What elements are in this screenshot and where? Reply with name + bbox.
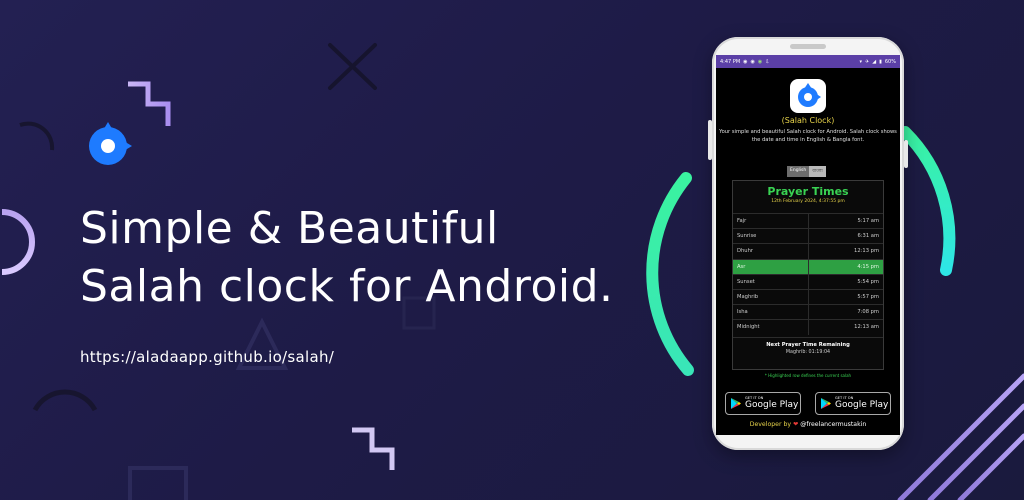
- table-row: Sunset 5:54 pm: [733, 273, 883, 290]
- airplane-icon: ✈: [865, 58, 870, 65]
- prayer-name: Sunrise: [737, 233, 757, 240]
- badge-big-text: Google Play: [745, 399, 799, 410]
- heart-icon: ❤: [793, 421, 799, 428]
- brand-logo-icon: [89, 122, 132, 165]
- prayer-time: 5:57 pm: [857, 294, 879, 301]
- app-name: (Salah Clock): [781, 116, 835, 125]
- chat-icon: ◉: [743, 58, 748, 65]
- lang-english-button[interactable]: English: [787, 166, 810, 177]
- prayer-time: 5:54 pm: [857, 278, 879, 285]
- google-play-badge-button[interactable]: GET IT ON Google Play: [725, 392, 801, 415]
- chat-icon: ◉: [750, 58, 755, 65]
- prayer-name: Isha: [737, 309, 748, 316]
- website-url-link[interactable]: https://aladaapp.github.io/salah/: [80, 348, 334, 366]
- table-row: Fajr 5:17 am: [733, 213, 883, 229]
- lang-bangla-button[interactable]: বাংলা: [809, 166, 826, 177]
- google-play-badge-button[interactable]: GET IT ON Google Play: [815, 392, 891, 415]
- prayer-times-card: Prayer Times 12th February 2024, 4:37:55…: [732, 180, 884, 370]
- battery-icon: ▮: [879, 58, 882, 65]
- prayer-name: Maghrib: [737, 294, 759, 301]
- table-row: Isha 7:08 pm: [733, 304, 883, 320]
- app-logo-icon: [798, 83, 821, 107]
- app-description: Your simple and beautiful Salah clock fo…: [719, 129, 897, 143]
- prayer-time: 5:17 am: [857, 218, 879, 225]
- developer-credit: Developer by ❤ @freelancermustakin: [716, 421, 900, 428]
- prayer-time: 6:31 am: [857, 233, 879, 240]
- signal-icon: ◢: [872, 58, 877, 65]
- battery-level: 60%: [884, 58, 896, 65]
- prayer-name: Sunset: [737, 278, 755, 285]
- status-bar: 4:47 PM ◉ ◉ ◉ ⇩ ▾ ✈ ◢ ▮ 60%: [716, 55, 900, 68]
- prayer-name: Midnight: [737, 324, 760, 331]
- prayer-time: 12:13 am: [854, 324, 879, 331]
- prayer-name: Fajr: [737, 218, 747, 225]
- google-play-icon: [731, 398, 741, 409]
- google-play-icon: [821, 398, 831, 409]
- current-datetime: 12th February 2024, 4:37:55 pm: [771, 199, 845, 204]
- phone-speaker: [790, 44, 826, 49]
- prayer-name: Asr: [737, 263, 746, 270]
- table-row: Midnight 12:13 am: [733, 319, 883, 335]
- table-row-active: Asr 4:15 pm: [733, 258, 883, 274]
- next-prayer-countdown: Maghrib: 01:19:04: [785, 350, 831, 355]
- table-row: Maghrib 5:57 pm: [733, 288, 883, 305]
- prayer-name: Dhuhr: [737, 248, 753, 255]
- wifi-icon: ▾: [859, 58, 863, 65]
- status-time: 4:47 PM: [720, 58, 741, 65]
- table-row: Sunrise 6:31 am: [733, 228, 883, 244]
- prayer-table: Fajr 5:17 am Sunrise 6:31 am Dhuhr 12:13…: [733, 213, 883, 335]
- hero-line-2: Salah clock for Android.: [80, 261, 614, 312]
- phone-volume-button: [708, 120, 712, 160]
- language-toggle: English বাংলা: [787, 166, 826, 177]
- prayer-time: 7:08 pm: [857, 309, 879, 316]
- chat-icon: ◉: [757, 58, 763, 65]
- hero-line-1: Simple & Beautiful: [80, 203, 499, 254]
- hero-headline: Simple & Beautiful Salah clock for Andro…: [80, 200, 614, 316]
- next-prayer-box: Next Prayer Time Remaining Maghrib: 01:1…: [733, 337, 883, 355]
- table-row: Dhuhr 12:13 pm: [733, 243, 883, 259]
- app-logo: [790, 79, 826, 113]
- highlight-note: * Highlighted row defines the current sa…: [764, 373, 852, 378]
- prayer-times-title: Prayer Times: [767, 185, 849, 198]
- next-prayer-title: Next Prayer Time Remaining: [766, 342, 850, 348]
- download-icon: ⇩: [765, 58, 770, 65]
- prayer-time: 4:15 pm: [857, 263, 879, 270]
- phone-power-button: [904, 140, 908, 168]
- developer-handle-link[interactable]: @freelancermustakin: [800, 421, 866, 428]
- badge-big-text: Google Play: [835, 399, 889, 410]
- developer-prefix: Developer by: [749, 421, 792, 428]
- phone-screen: 4:47 PM ◉ ◉ ◉ ⇩ ▾ ✈ ◢ ▮ 60% (Salah Clock…: [716, 55, 900, 435]
- prayer-time: 12:13 pm: [854, 248, 879, 255]
